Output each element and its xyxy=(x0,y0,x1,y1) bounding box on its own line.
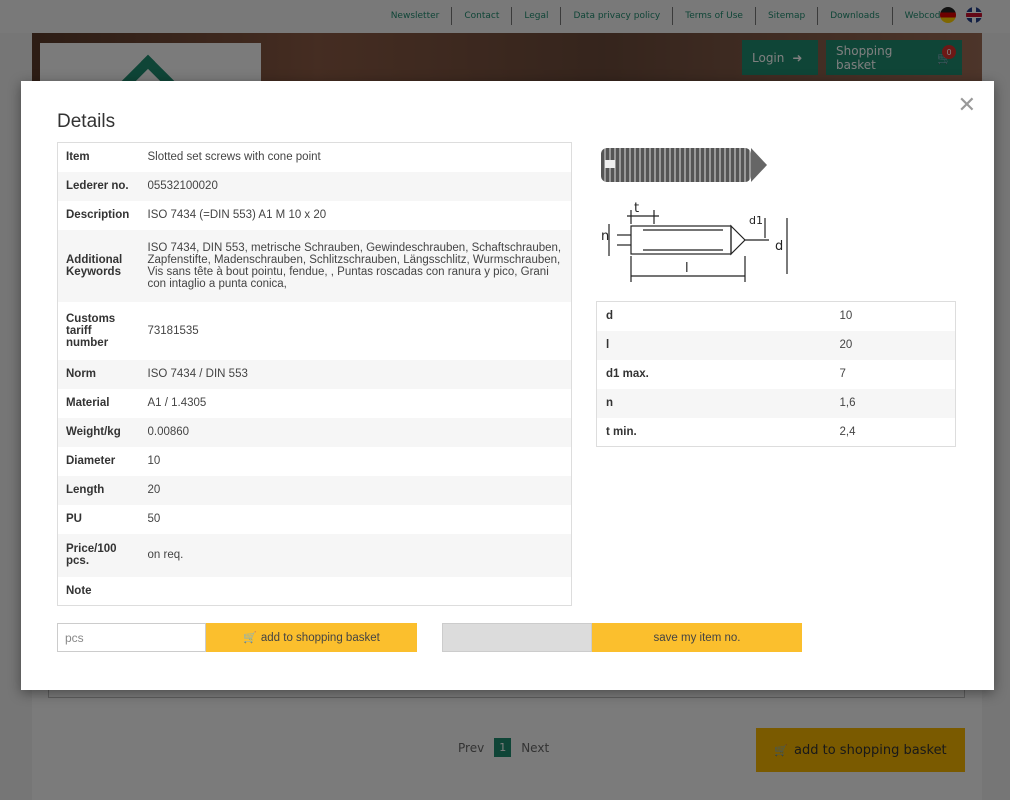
item-number-input[interactable] xyxy=(442,623,592,652)
save-item-number-label: save my item no. xyxy=(653,631,741,644)
detail-key: Weight/kg xyxy=(66,426,121,438)
table-row: Item Slotted set screws with cone point xyxy=(58,143,572,172)
table-row: Lederer no. 05532100020 xyxy=(57,171,572,201)
dimension-key: t min. xyxy=(606,425,637,438)
cart-icon: 🛒 xyxy=(243,632,257,644)
details-modal: Details ✕ Item Slotted set screws with co… xyxy=(21,81,994,690)
close-icon[interactable]: ✕ xyxy=(958,93,976,118)
table-row: t min. 2,4 xyxy=(597,418,956,447)
detail-value: ISO 7434 / DIN 553 xyxy=(147,368,248,380)
details-table: Item Slotted set screws with cone point L… xyxy=(57,142,572,606)
detail-key: Diameter xyxy=(66,455,116,467)
table-row: PU 50 xyxy=(58,505,572,534)
detail-value: A1 / 1.4305 xyxy=(147,397,207,409)
detail-value: 73181535 xyxy=(147,324,199,337)
detail-key: Customs tariff number xyxy=(66,312,116,349)
dim-label-d: d xyxy=(775,239,783,254)
table-row: Customs tariff number 73181535 xyxy=(58,302,572,360)
dimension-value: 2,4 xyxy=(839,425,856,438)
screw-technical-drawing: t n d1 d l xyxy=(601,148,788,282)
detail-key: Norm xyxy=(66,368,97,380)
table-row: n 1,6 xyxy=(596,388,956,418)
dim-label-d1: d1 xyxy=(749,214,763,227)
detail-value: 05532100020 xyxy=(147,180,218,192)
detail-key: Price/100 pcs. xyxy=(66,543,117,567)
table-row: Description ISO 7434 (=DIN 553) A1 M 10 x… xyxy=(58,201,572,230)
table-row: Diameter 10 xyxy=(58,447,572,476)
detail-value: 20 xyxy=(147,484,161,496)
modal-title: Details xyxy=(57,111,116,132)
detail-value: Slotted set screws with cone point xyxy=(147,151,321,164)
dimension-key: n xyxy=(606,397,614,409)
dimension-value: 1,6 xyxy=(839,397,856,409)
detail-value: 0.00860 xyxy=(147,426,190,438)
dimension-key: l xyxy=(606,339,610,351)
dim-label-t: t xyxy=(634,201,639,216)
detail-value xyxy=(140,577,572,606)
table-row: Price/100 pcs. on req. xyxy=(57,533,572,577)
table-row: Material A1 / 1.4305 xyxy=(58,389,572,418)
dimension-value: 7 xyxy=(839,368,846,380)
table-row: Weight/kg 0.00860 xyxy=(57,417,572,447)
detail-key: Additional Keywords xyxy=(66,253,123,278)
detail-key: Note xyxy=(66,584,92,597)
table-row: d 10 xyxy=(597,302,956,331)
add-to-basket-button[interactable]: 🛒 add to shopping basket xyxy=(206,623,417,652)
quantity-input[interactable] xyxy=(57,623,206,652)
detail-value: 10 xyxy=(147,455,161,467)
dimension-key: d1 max. xyxy=(606,368,649,380)
detail-key: Description xyxy=(66,209,130,221)
screw-photo xyxy=(601,148,767,182)
dimension-key: d xyxy=(606,310,614,323)
table-row: d1 max. 7 xyxy=(597,360,956,389)
detail-value: ISO 7434 (=DIN 553) A1 M 10 x 20 xyxy=(147,209,327,221)
detail-key: Length xyxy=(66,484,105,496)
save-item-number-button[interactable]: save my item no. xyxy=(592,623,802,652)
dim-label-l: l xyxy=(685,261,689,276)
detail-value: on req. xyxy=(147,549,184,561)
detail-key: Item xyxy=(66,151,90,164)
detail-key: Lederer no. xyxy=(66,180,129,192)
detail-value: 50 xyxy=(147,513,161,525)
dim-label-n: n xyxy=(601,229,609,244)
table-row: Norm ISO 7434 / DIN 553 xyxy=(57,359,572,389)
add-to-basket-label: add to shopping basket xyxy=(260,631,380,644)
detail-key: PU xyxy=(66,513,82,525)
table-row: Additional Keywords ISO 7434, DIN 553, me… xyxy=(57,229,572,302)
table-row: Length 20 xyxy=(57,475,572,505)
detail-key: Material xyxy=(66,397,110,409)
table-row: l 20 xyxy=(596,330,956,360)
detail-value: ISO 7434, DIN 553, metrische Schrauben, … xyxy=(147,241,562,290)
dimension-value: 20 xyxy=(839,339,853,351)
table-row: Note xyxy=(58,577,572,606)
dimension-value: 10 xyxy=(839,310,853,323)
dimensions-table: d 10 l 20 d1 max. 7 n 1,6 t min. 2,4 xyxy=(596,301,956,447)
